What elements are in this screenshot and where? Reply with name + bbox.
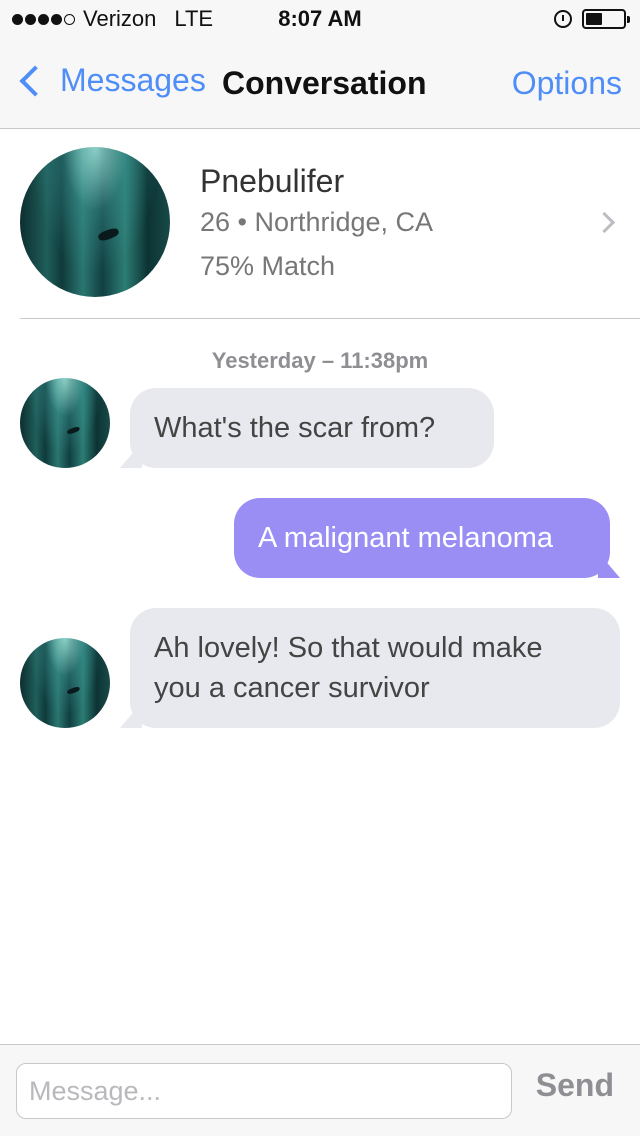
- message-text: Ah lovely! So that would make you a canc…: [154, 632, 543, 704]
- back-button-label: Messages: [60, 62, 206, 98]
- send-button[interactable]: Send: [536, 1067, 614, 1104]
- sender-avatar[interactable]: [20, 638, 110, 728]
- profile-header[interactable]: Pnebulifer 26 • Northridge, CA 75% Match: [0, 129, 640, 319]
- battery-icon: [582, 9, 630, 29]
- alarm-clock-icon: [554, 10, 572, 28]
- status-right: [554, 9, 630, 29]
- chevron-left-icon: [19, 64, 51, 97]
- options-button[interactable]: Options: [512, 65, 622, 102]
- status-bar: Verizon LTE 8:07 AM: [0, 0, 640, 40]
- outgoing-message-bubble[interactable]: A malignant melanoma: [234, 498, 620, 578]
- incoming-message-bubble[interactable]: What's the scar from?: [120, 388, 494, 468]
- profile-avatar: [20, 147, 170, 297]
- sender-avatar[interactable]: [20, 378, 110, 468]
- battery-tip: [627, 16, 630, 23]
- message-timestamp: Yesterday – 11:38pm: [211, 348, 429, 373]
- incoming-message-bubble[interactable]: Ah lovely! So that would make you a canc…: [120, 608, 620, 728]
- conversation-screen: Verizon LTE 8:07 AM Messages Conversatio…: [0, 0, 640, 1136]
- chevron-right-icon: [593, 211, 616, 234]
- battery-level-fill: [586, 13, 603, 25]
- profile-details: 26 • Northridge, CA: [200, 207, 434, 237]
- profile-name: Pnebulifer: [200, 163, 345, 199]
- clock: 8:07 AM: [278, 6, 362, 31]
- match-percentage: 75% Match: [200, 251, 336, 281]
- page-title: Conversation: [222, 65, 427, 101]
- message-text: What's the scar from?: [154, 412, 436, 444]
- message-input[interactable]: [16, 1063, 512, 1119]
- back-button[interactable]: Messages: [16, 62, 206, 99]
- divider: [20, 318, 640, 319]
- message-composer: Send: [0, 1044, 640, 1136]
- message-text: A malignant melanoma: [258, 522, 553, 554]
- navigation-bar: Messages Conversation Options: [0, 40, 640, 129]
